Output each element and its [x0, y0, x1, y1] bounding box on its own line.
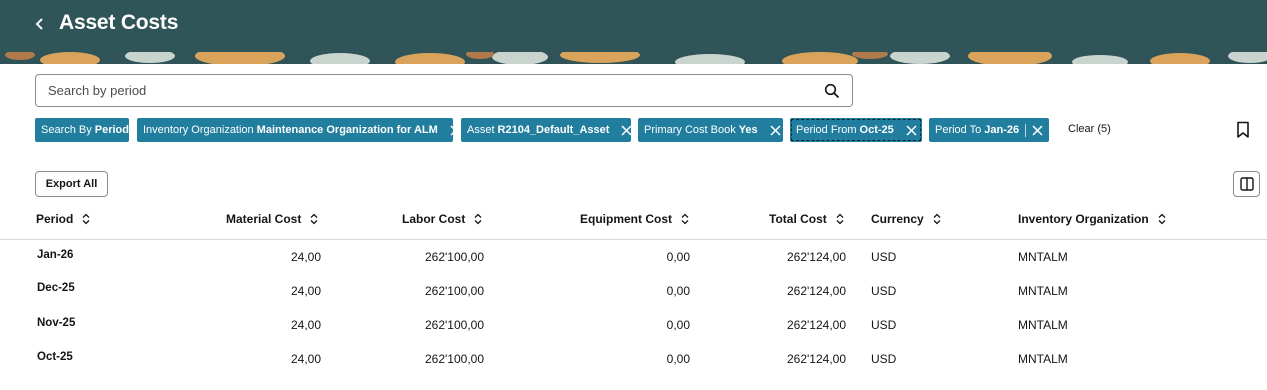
- cell-inventory-organization: MNTALM: [1018, 318, 1068, 332]
- sort-icon[interactable]: [835, 213, 845, 225]
- search-input[interactable]: [48, 75, 808, 106]
- remove-filter-icon[interactable]: [770, 124, 781, 137]
- chip-value: Oct-25: [859, 124, 894, 136]
- back-button[interactable]: [28, 12, 52, 36]
- column-header-labor-cost[interactable]: Labor Cost: [402, 212, 483, 226]
- chip-label: Asset: [467, 124, 495, 136]
- search-icon[interactable]: [824, 83, 840, 99]
- remove-filter-icon[interactable]: [621, 124, 632, 137]
- cell-period: Jan-26: [37, 249, 74, 261]
- filter-chip-period-from[interactable]: Period From Oct-25: [790, 118, 922, 142]
- column-header-label: Inventory Organization: [1018, 212, 1149, 226]
- cell-inventory-organization: MNTALM: [1018, 284, 1068, 298]
- chip-label: Period From: [796, 124, 857, 136]
- cell-equipment-cost: 0,00: [666, 250, 690, 264]
- cell-total-cost: 262'124,00: [786, 352, 846, 366]
- search-field[interactable]: [35, 74, 853, 107]
- cell-material-cost: 24,00: [290, 318, 321, 332]
- cell-labor-cost: 262'100,00: [424, 284, 484, 298]
- remove-filter-icon[interactable]: [906, 124, 917, 137]
- cell-equipment-cost: 0,00: [666, 284, 690, 298]
- cell-equipment-cost: 0,00: [666, 318, 690, 332]
- chip-separator: [1025, 123, 1026, 137]
- filter-chip-period-to[interactable]: Period To Jan-26: [929, 118, 1049, 142]
- cell-total-cost: 262'124,00: [786, 284, 846, 298]
- column-header-label: Total Cost: [769, 212, 827, 226]
- search-by-chip[interactable]: Search By Period: [35, 118, 129, 142]
- sort-icon[interactable]: [680, 213, 690, 225]
- cell-labor-cost: 262'100,00: [424, 250, 484, 264]
- column-header-label: Labor Cost: [402, 212, 466, 226]
- chip-value: Yes: [738, 124, 758, 136]
- page-title: Asset Costs: [59, 11, 179, 34]
- column-header-inventory-organization[interactable]: Inventory Organization: [1018, 212, 1167, 226]
- remove-filter-icon[interactable]: [450, 124, 461, 137]
- filter-chip-asset[interactable]: Asset R2104_Default_Asset: [461, 118, 632, 142]
- chip-value: R2104_Default_Asset: [497, 124, 610, 136]
- column-header-period[interactable]: Period: [36, 212, 91, 226]
- cell-material-cost: 24,00: [290, 284, 321, 298]
- export-all-button[interactable]: Export All: [35, 171, 108, 197]
- column-header-equipment-cost[interactable]: Equipment Cost: [580, 212, 690, 226]
- cell-equipment-cost: 0,00: [666, 352, 690, 366]
- cell-currency: USD: [871, 284, 897, 298]
- cell-total-cost: 262'124,00: [786, 250, 846, 264]
- chip-value: Maintenance Organization for ALM: [256, 124, 438, 136]
- chip-label: Inventory Organization: [143, 124, 254, 136]
- page-header: Asset Costs: [0, 0, 1267, 64]
- chip-label: Primary Cost Book: [644, 124, 736, 136]
- cell-period: Nov-25: [37, 317, 76, 329]
- cell-labor-cost: 262'100,00: [424, 352, 484, 366]
- column-header-label: Equipment Cost: [580, 212, 672, 226]
- column-header-currency[interactable]: Currency: [871, 212, 942, 226]
- sort-icon[interactable]: [473, 213, 483, 225]
- sort-icon[interactable]: [309, 213, 319, 225]
- chevron-left-icon: [35, 18, 43, 30]
- header-divider: [0, 239, 1267, 240]
- header-bar: Asset Costs: [0, 0, 1267, 52]
- sort-icon[interactable]: [81, 213, 91, 225]
- cell-material-cost: 24,00: [290, 250, 321, 264]
- cell-period: Oct-25: [37, 351, 73, 363]
- cell-period: Dec-25: [37, 282, 75, 294]
- bookmark-icon[interactable]: [1236, 121, 1250, 139]
- remove-filter-icon[interactable]: [1032, 124, 1043, 137]
- cell-currency: USD: [871, 318, 897, 332]
- search-by-label: Search By: [41, 124, 92, 136]
- sort-icon[interactable]: [932, 213, 942, 225]
- column-header-label: Period: [36, 212, 74, 226]
- column-layout-button[interactable]: [1233, 171, 1260, 197]
- header-decorative-pattern: [0, 52, 1267, 64]
- cell-inventory-organization: MNTALM: [1018, 250, 1068, 264]
- column-header-total-cost[interactable]: Total Cost: [769, 212, 845, 226]
- cell-currency: USD: [871, 352, 897, 366]
- cell-material-cost: 24,00: [290, 352, 321, 366]
- clear-filters-link[interactable]: Clear (5): [1068, 123, 1111, 135]
- chip-value: Jan-26: [984, 124, 1020, 136]
- filter-chip-primary-cost-book[interactable]: Primary Cost Book Yes: [638, 118, 783, 142]
- cell-labor-cost: 262'100,00: [424, 318, 484, 332]
- chip-label: Period To: [935, 124, 982, 136]
- column-header-label: Material Cost: [226, 212, 302, 226]
- column-header-material-cost[interactable]: Material Cost: [226, 212, 319, 226]
- cell-inventory-organization: MNTALM: [1018, 352, 1068, 366]
- columns-icon: [1239, 177, 1254, 191]
- column-header-label: Currency: [871, 212, 924, 226]
- filter-chip-inventory-organization[interactable]: Inventory Organization Maintenance Organi…: [137, 118, 461, 142]
- cell-currency: USD: [871, 250, 897, 264]
- search-by-value: Period: [94, 124, 129, 136]
- sort-icon[interactable]: [1157, 213, 1167, 225]
- cell-total-cost: 262'124,00: [786, 318, 846, 332]
